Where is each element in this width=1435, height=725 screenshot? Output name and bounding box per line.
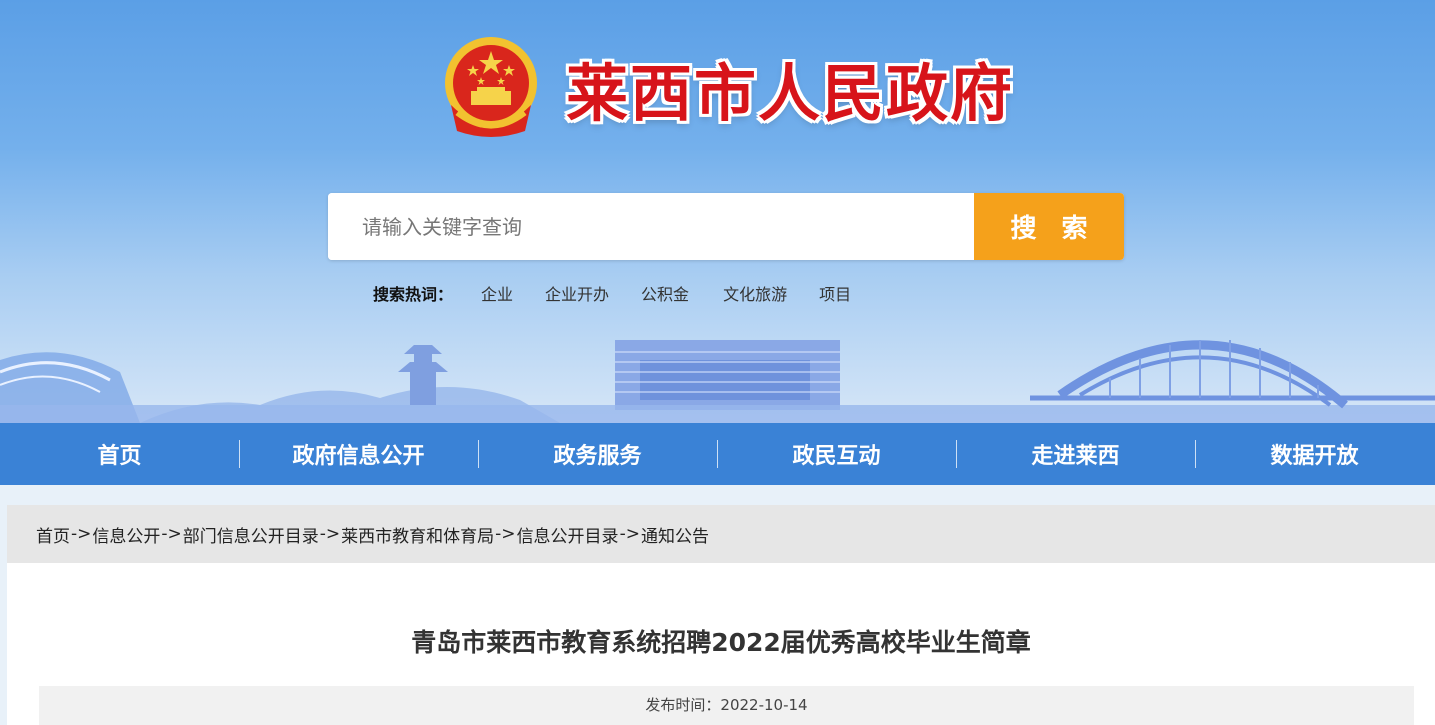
nav-item-interaction[interactable]: 政民互动 [717, 423, 956, 485]
site-title: 莱西市人民政府 [566, 57, 1015, 130]
breadcrumb-link[interactable]: 部门信息公开目录 [183, 522, 319, 547]
breadcrumb: 首页 -> 信息公开 -> 部门信息公开目录 -> 莱西市教育和体育局 -> 信息公开目录 -> 通… [7, 505, 1435, 563]
content-panel: 首页 -> 信息公开 -> 部门信息公开目录 -> 莱西市教育和体育局 -> 信息公开目录 -> 通… [7, 505, 1435, 725]
search-input[interactable] [328, 193, 974, 260]
breadcrumb-link[interactable]: 首页 [36, 522, 70, 547]
national-emblem-icon [445, 37, 537, 137]
search-button[interactable]: 搜 索 [974, 193, 1124, 260]
nav-item-gov-services[interactable]: 政务服务 [478, 423, 717, 485]
breadcrumb-separator: -> [495, 524, 516, 544]
publish-date: 2022-10-14 [720, 696, 808, 714]
header-banner: 莱西市人民政府 搜 索 搜索热词： 企业 企业开办 公积金 文化旅游 项目 [0, 0, 1435, 423]
nav-item-home[interactable]: 首页 [0, 423, 239, 485]
breadcrumb-link[interactable]: 信息公开 [92, 522, 160, 547]
hot-word-link[interactable]: 企业 [481, 281, 513, 305]
hot-word-link[interactable]: 公积金 [641, 281, 689, 305]
article-title: 青岛市莱西市教育系统招聘2022届优秀高校毕业生简章 [411, 628, 1031, 657]
nav-item-gov-info[interactable]: 政府信息公开 [239, 423, 478, 485]
breadcrumb-separator: -> [619, 524, 640, 544]
breadcrumb-separator: -> [161, 524, 182, 544]
publish-label: 发布时间： [645, 696, 721, 714]
hot-word-link[interactable]: 项目 [819, 281, 851, 305]
hot-search-words: 搜索热词： 企业 企业开办 公积金 文化旅游 项目 [373, 280, 883, 306]
breadcrumb-separator: -> [319, 524, 341, 544]
breadcrumb-link[interactable]: 通知公告 [641, 522, 709, 547]
breadcrumb-link[interactable]: 信息公开目录 [517, 522, 619, 547]
article-meta: 发布时间：2022-10-14 [39, 686, 1414, 725]
hot-word-link[interactable]: 文化旅游 [723, 281, 787, 305]
hot-word-link[interactable]: 企业开办 [545, 281, 609, 305]
breadcrumb-separator: -> [71, 524, 92, 544]
nav-item-open-data[interactable]: 数据开放 [1195, 423, 1434, 485]
search-bar: 搜 索 [328, 193, 1124, 260]
nav-item-about-laixi[interactable]: 走进莱西 [956, 423, 1195, 485]
main-nav: 首页 政府信息公开 政务服务 政民互动 走进莱西 数据开放 [0, 423, 1435, 485]
hot-search-label: 搜索热词： [373, 285, 454, 304]
breadcrumb-link[interactable]: 莱西市教育和体育局 [341, 522, 494, 547]
